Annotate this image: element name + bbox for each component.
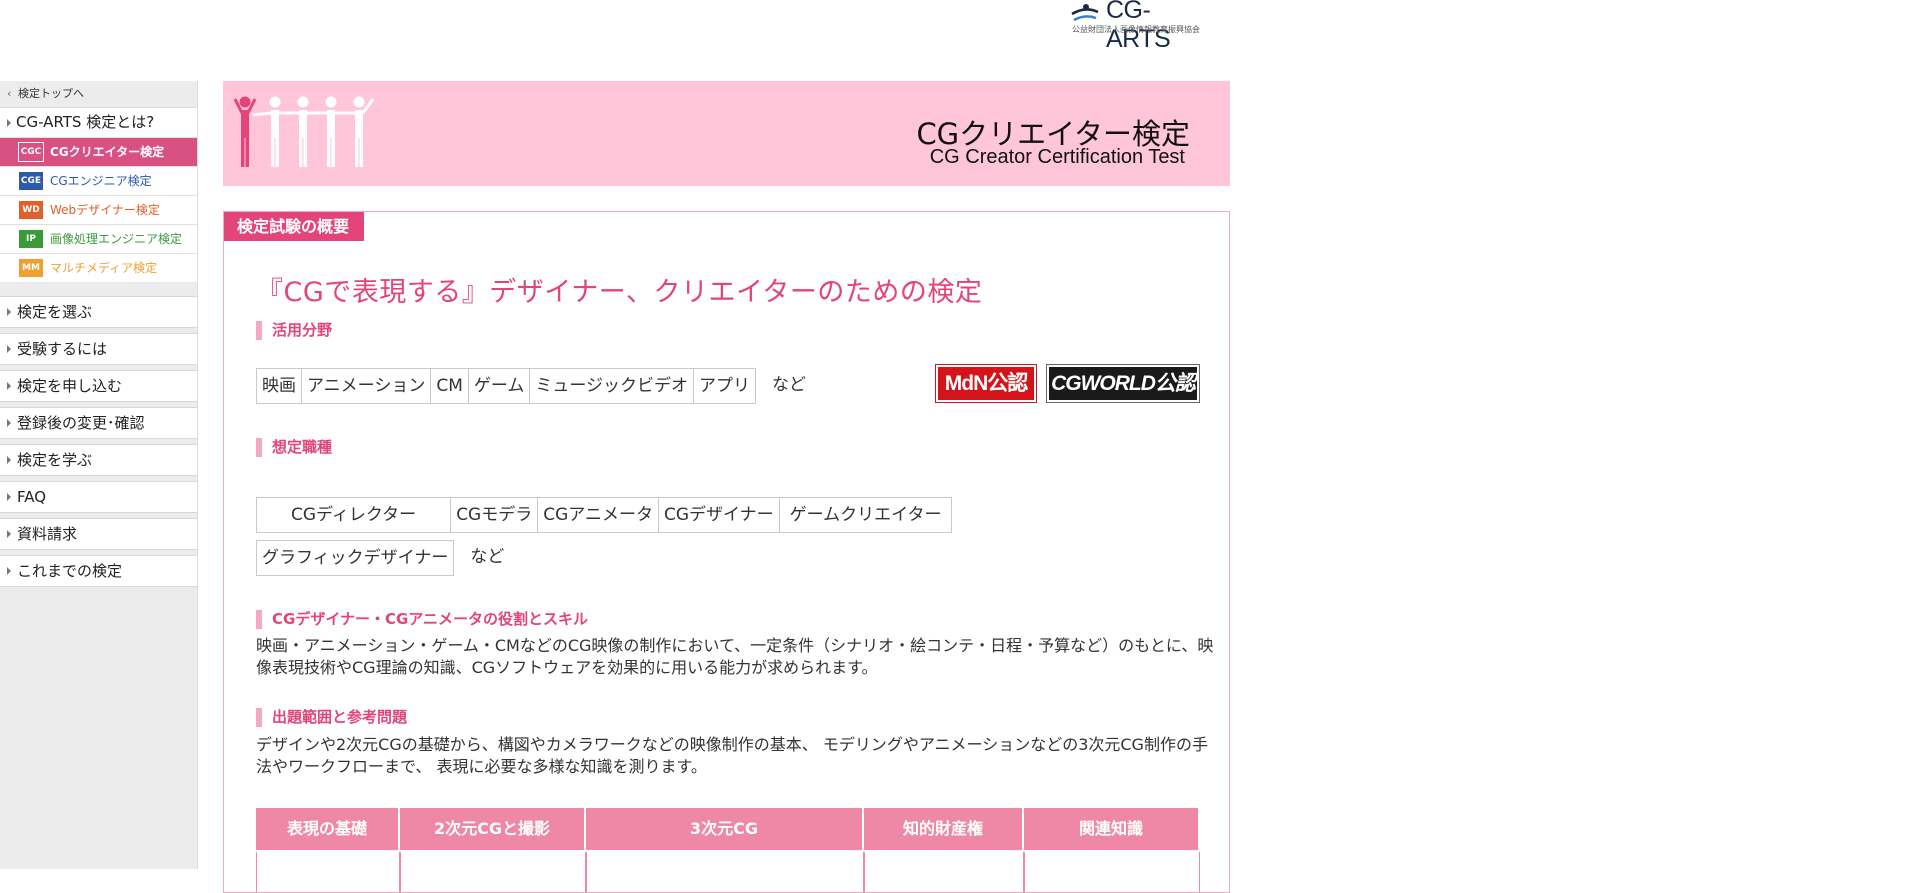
sidebar-nav-item[interactable]: これまでの検定 (0, 555, 197, 587)
sidebar-nav-item[interactable]: 検定を申し込む (0, 370, 197, 402)
banner-title-en: CG Creator Certification Test (929, 146, 1185, 168)
sidebar-test-wd[interactable]: WD Webデザイナー検定 (0, 195, 197, 224)
about-link[interactable]: CG-ARTS 検定とは? (0, 107, 197, 137)
table-header-cell: 表現の基礎 (256, 808, 400, 850)
sidebar-test-label: CGクリエイター検定 (50, 145, 165, 159)
sidebar-nav-item[interactable]: FAQ (0, 481, 197, 513)
sidebar-nav-item[interactable]: 検定を学ぶ (0, 444, 197, 476)
field-tag: ゲーム (467, 368, 531, 404)
sidebar: 検定トップへ CG-ARTS 検定とは? CGC CGクリエイター検定 CGE CGエ… (0, 81, 198, 869)
sidebar-test-mm[interactable]: MM マルチメディア検定 (0, 253, 197, 282)
scope-heading: 出題範囲と参考問題 (256, 708, 407, 727)
overview-panel: 検定試験の概要 『CGで表現する』デザイナー、クリエイターのための検定 活用分野… (223, 211, 1230, 893)
sidebar-test-cge[interactable]: CGE CGエンジニア検定 (0, 166, 197, 195)
jobs-etc: など (470, 547, 505, 567)
logo-mark-icon (1071, 4, 1099, 22)
jobs-heading: 想定職種 (256, 438, 332, 457)
field-tag: ミュージックビデオ (529, 368, 695, 404)
fields-etc: など (772, 375, 807, 395)
role-text: 映画・アニメーション・ゲーム・CMなどのCG映像の制作において、一定条件（シナリ… (256, 636, 1214, 677)
test-list: CGC CGクリエイター検定 CGE CGエンジニア検定 WD Webデザイナー検定 IP 画… (0, 137, 197, 282)
field-tag: CM (430, 368, 469, 404)
table-cell (256, 852, 400, 892)
panel-tab: 検定試験の概要 (224, 212, 365, 241)
table-cell (1024, 852, 1200, 892)
table-header-cell: 3次元CG (586, 808, 864, 850)
sidebar-test-label: CGエンジニア検定 (50, 174, 152, 188)
jobs-tags-row2: グラフィックデザイナー など (256, 540, 504, 576)
job-tag: CGディレクター (256, 497, 452, 533)
job-tag: CGデザイナー (657, 497, 780, 533)
page-headline: 『CGで表現する』デザイナー、クリエイターのための検定 (256, 277, 983, 308)
field-tag: 映画 (256, 368, 302, 404)
scope-table-row (256, 852, 1200, 892)
field-tag: アニメーション (301, 368, 432, 404)
table-cell (586, 852, 864, 892)
page-banner: CGクリエイター検定 CG Creator Certification Test (223, 81, 1230, 186)
job-tag: CGモデラ (450, 497, 539, 533)
table-cell (400, 852, 586, 892)
table-header-cell: 2次元CGと撮影 (400, 808, 586, 850)
job-tag: CGアニメータ (537, 497, 659, 533)
jobs-tags-row1: CGディレクター CGモデラ CGアニメータ CGデザイナー ゲームクリエイター (256, 497, 953, 533)
table-cell (864, 852, 1024, 892)
table-header-cell: 関連知識 (1024, 808, 1198, 850)
mdn-seal: MdN公認 (935, 364, 1037, 403)
people-illustration-icon (233, 96, 375, 167)
sidebar-test-label: マルチメディア検定 (50, 261, 158, 275)
table-header-cell: 知的財産権 (864, 808, 1024, 850)
cgworld-seal: CGWORLD公認 (1046, 364, 1200, 403)
cgc-badge-icon: CGC (18, 142, 44, 162)
job-tag: グラフィックデザイナー (256, 540, 455, 576)
job-tag: ゲームクリエイター (778, 497, 953, 533)
back-to-top-link[interactable]: 検定トップへ (0, 81, 197, 107)
sidebar-test-cgc[interactable]: CGC CGクリエイター検定 (0, 137, 197, 166)
logo-subtitle: 公益財団法人画像情報教育振興協会 (1072, 25, 1200, 34)
fields-heading: 活用分野 (256, 321, 332, 340)
cge-badge-icon: CGE (19, 172, 43, 190)
cg-arts-logo[interactable]: CG-ARTS 公益財団法人画像情報教育振興協会 (1070, 0, 1210, 53)
ip-badge-icon: IP (19, 230, 43, 248)
main-nav: 検定を選ぶ受験するには 検定を申し込む 登録後の変更･確認 検定を学ぶ FAQ 資料請求こ… (0, 296, 197, 587)
sidebar-nav-item[interactable]: 検定を選ぶ (0, 296, 197, 328)
sidebar-nav-item[interactable]: 登録後の変更･確認 (0, 407, 197, 439)
scope-table-header: 表現の基礎 2次元CGと撮影 3次元CG 知的財産権 関連知識 (256, 808, 1198, 850)
sidebar-nav-item[interactable]: 受験するには (0, 333, 197, 365)
sidebar-test-label: Webデザイナー検定 (50, 203, 160, 217)
sidebar-test-label: 画像処理エンジニア検定 (50, 232, 183, 246)
role-heading: CGデザイナー・CGアニメータの役割とスキル (256, 610, 588, 629)
scope-text: デザインや2次元CGの基礎から、構図やカメラワークなどの映像制作の基本、 モデリ… (256, 735, 1208, 776)
wd-badge-icon: WD (19, 201, 43, 219)
sidebar-nav-item[interactable]: 資料請求 (0, 518, 197, 550)
mm-badge-icon: MM (19, 259, 43, 277)
fields-tags: 映画 アニメーション CM ゲーム ミュージックビデオ アプリ など (256, 368, 806, 404)
field-tag: アプリ (693, 368, 757, 404)
sidebar-test-ip[interactable]: IP 画像処理エンジニア検定 (0, 224, 197, 253)
